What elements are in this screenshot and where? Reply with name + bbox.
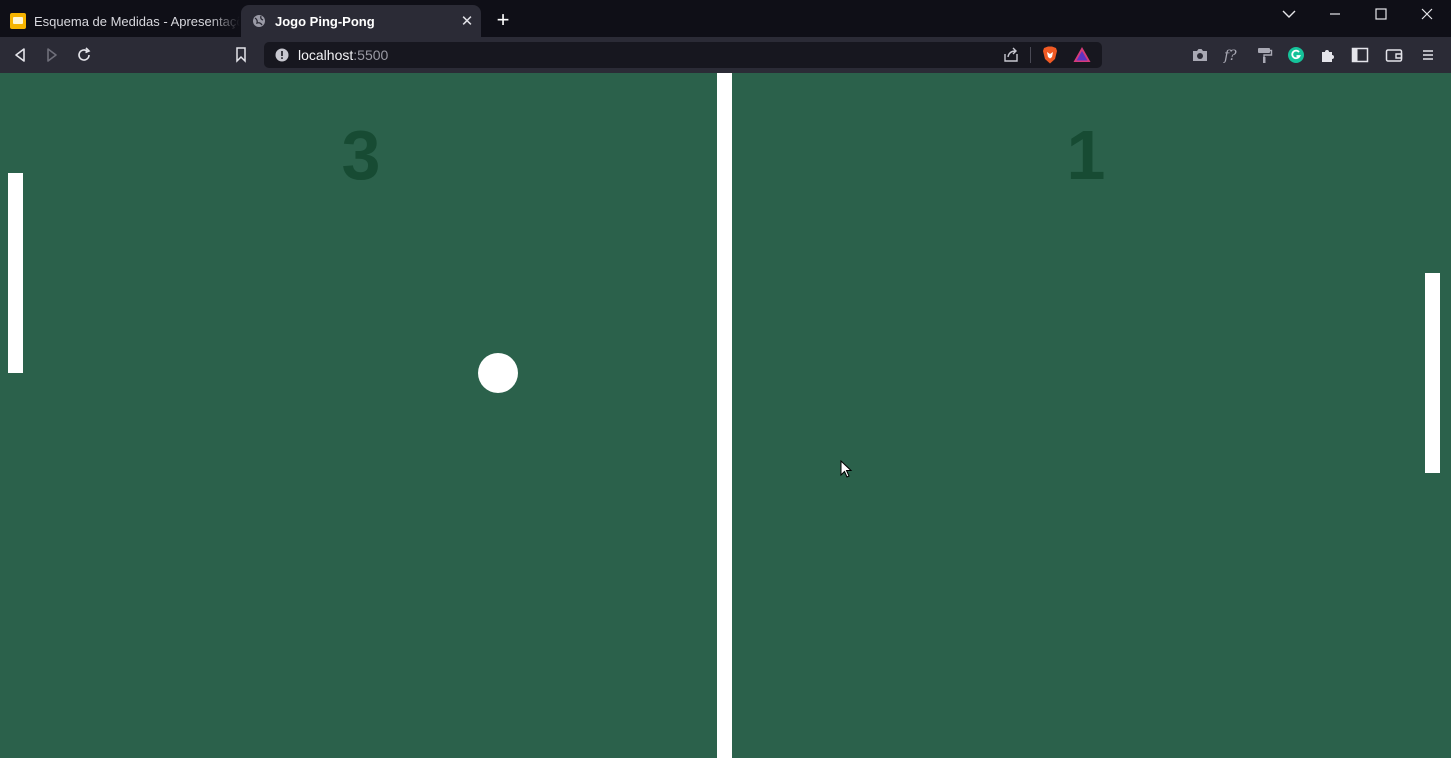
close-tab-icon[interactable]: ✕	[457, 11, 477, 31]
ball	[478, 353, 518, 393]
browser-toolbar: localhost:5500 f?	[0, 37, 1451, 73]
sidebar-icon[interactable]	[1348, 43, 1372, 67]
site-info-icon[interactable]	[274, 47, 290, 63]
brave-rewards-icon[interactable]	[1072, 45, 1092, 65]
tab-title: Esquema de Medidas - Apresentações	[34, 13, 240, 29]
right-paddle	[1425, 273, 1440, 473]
back-button[interactable]	[8, 43, 32, 67]
close-window-button[interactable]	[1404, 0, 1450, 28]
globe-icon	[251, 13, 267, 29]
url-text: localhost:5500	[298, 47, 388, 63]
tab-esquema-de-medidas[interactable]: Esquema de Medidas - Apresentações	[0, 5, 240, 37]
extensions-puzzle-icon[interactable]	[1316, 43, 1340, 67]
center-net	[717, 73, 732, 758]
share-icon[interactable]	[1002, 46, 1020, 64]
mouse-cursor-icon	[840, 459, 854, 480]
url-port: :5500	[353, 47, 389, 63]
function-extension-icon[interactable]: f?	[1220, 43, 1244, 67]
divider	[1030, 47, 1031, 63]
tab-title: Jogo Ping-Pong	[275, 13, 375, 29]
url-host: localhost	[298, 47, 354, 63]
camera-icon[interactable]	[1188, 43, 1212, 67]
svg-text:f?: f?	[1223, 48, 1237, 64]
tab-search-icon[interactable]	[1266, 0, 1312, 28]
brave-shields-icon[interactable]	[1040, 45, 1060, 65]
paint-roller-icon[interactable]	[1252, 43, 1276, 67]
tab-jogo-ping-pong[interactable]: Jogo Ping-Pong ✕	[241, 5, 481, 37]
left-paddle[interactable]	[8, 173, 23, 373]
grammarly-icon[interactable]	[1284, 43, 1308, 67]
cpu-score: 1	[1066, 116, 1106, 194]
menu-icon[interactable]	[1416, 43, 1440, 67]
maximize-button[interactable]	[1358, 0, 1404, 28]
bookmark-icon[interactable]	[229, 43, 253, 67]
player-score: 3	[341, 116, 381, 194]
wallet-icon[interactable]	[1382, 43, 1406, 67]
reload-button[interactable]	[72, 43, 96, 67]
forward-button[interactable]	[40, 43, 64, 67]
minimize-button[interactable]	[1312, 0, 1358, 28]
address-bar[interactable]: localhost:5500	[264, 42, 1102, 68]
slides-icon	[10, 13, 26, 29]
ping-pong-table: 3 1	[0, 73, 1451, 758]
tab-strip: Esquema de Medidas - Apresentações Jogo …	[0, 0, 1451, 37]
new-tab-button[interactable]: +	[492, 9, 514, 31]
